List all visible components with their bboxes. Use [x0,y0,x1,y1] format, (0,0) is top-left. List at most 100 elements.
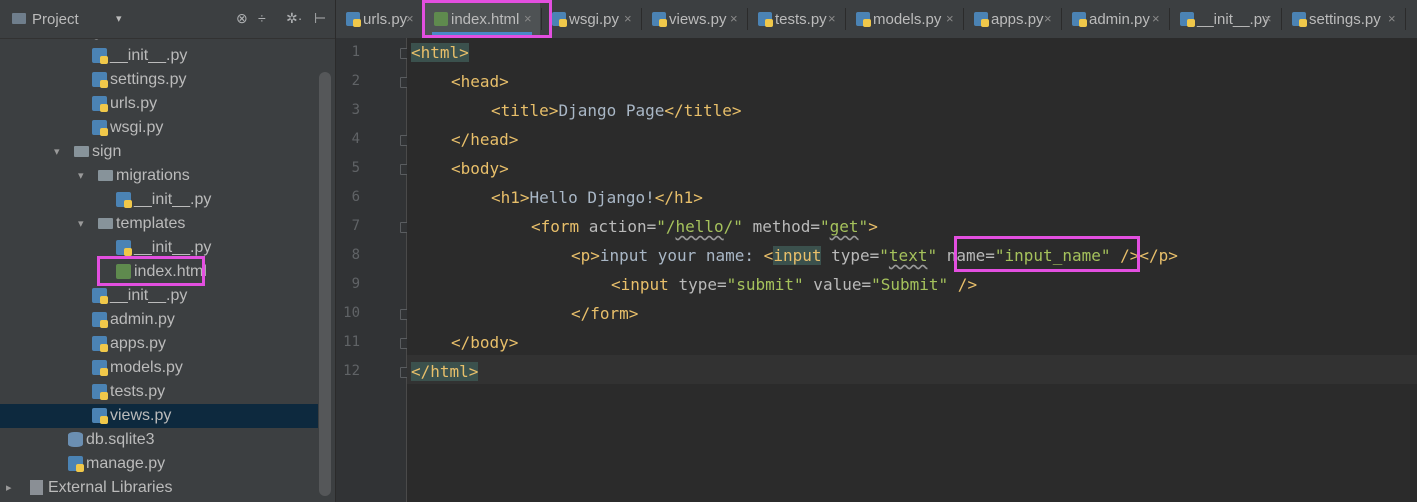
tree-item-label: models.py [110,359,183,376]
code-line-4[interactable]: </head> [451,125,518,154]
head-close-tag: </head> [451,130,519,149]
python-file-icon [92,72,108,88]
hide-panel-icon[interactable]: ⊢ [314,10,326,27]
action-value-end: /" [723,217,743,236]
tree-item-migrations[interactable]: ▾ migrations [0,164,318,188]
body-close-tag: </body> [451,333,519,352]
tab-settings-py[interactable]: settings.py × [1282,0,1404,38]
method-attribute: method= [742,217,820,236]
close-icon[interactable]: × [1388,11,1396,26]
close-icon[interactable]: × [1152,11,1160,26]
python-file-icon [92,336,108,352]
close-icon[interactable]: × [828,11,836,26]
tree-item-urls-py[interactable]: urls.py [0,92,318,116]
tab-label: views.py [669,11,727,28]
tree-item-wsgi-py[interactable]: wsgi.py [0,116,318,140]
code-line-12[interactable]: </html> [411,357,479,386]
folder-icon [98,170,113,181]
tree-item-tests-py[interactable]: tests.py [0,380,318,404]
python-file-icon [92,384,108,400]
tree-item-label: admin.py [110,311,175,328]
method-value-end: " [858,217,869,236]
close-icon[interactable]: × [624,11,632,26]
p-open-tag: <p> [571,246,600,265]
code-line-9[interactable]: <input type="submit" value="Submit" /> [611,270,977,299]
gear-icon[interactable]: ✲· [286,10,302,27]
close-icon[interactable]: × [406,11,414,26]
body-open-tag: <body> [451,159,509,178]
chevron-right-icon[interactable]: ▸ [6,481,12,494]
tree-item-init-py[interactable]: __init__.py [0,44,318,68]
tree-item-label: wsgi.py [110,119,164,136]
line-number: 7 [351,218,360,234]
code-line-6[interactable]: <h1>Hello Django!</h1> [491,183,703,212]
tree-item-init-py[interactable]: __init__.py [0,188,318,212]
close-icon[interactable]: × [1264,11,1272,26]
close-icon[interactable]: × [1044,11,1052,26]
tab-wsgi-py[interactable]: wsgi.py × [542,0,640,38]
tree-item-apps-py[interactable]: apps.py [0,332,318,356]
collapse-all-icon[interactable]: ÷ [258,10,266,26]
tree-item-sign[interactable]: ▾ sign [0,140,318,164]
code-line-2[interactable]: <head> [451,67,509,96]
code-line-5[interactable]: <body> [451,154,509,183]
tree-item-label: __init__.py [134,239,212,256]
current-line-highlight [407,355,1417,384]
python-file-icon [552,12,567,27]
highlight-box-active-tab [422,0,552,38]
project-view-selector[interactable]: Project [32,11,79,28]
tree-item-label: urls.py [110,95,158,112]
tree-item-label: __init__.py [110,47,188,64]
line-number: 4 [351,131,360,147]
tree-item-views-py[interactable]: views.py [0,404,318,428]
tab-label: urls.py [363,11,408,28]
code-line-3[interactable]: <title>Django Page</title> [491,96,741,125]
tab-models-py[interactable]: models.py × [846,0,962,38]
python-file-icon [116,240,132,256]
tab-tests-py[interactable]: tests.py × [748,0,844,38]
line-number: 12 [343,363,360,379]
python-file-icon [92,312,108,328]
method-value-text: get [829,217,859,236]
tree-item-templates[interactable]: ▾ templates [0,212,318,236]
tree-item-init-py[interactable]: __init__.py [0,284,318,308]
chevron-down-icon[interactable]: ▾ [54,145,60,158]
tree-item-manage-py[interactable]: manage.py [0,452,318,476]
python-file-icon [92,360,108,376]
code-line-11[interactable]: </body> [451,328,518,357]
tab-urls-py[interactable]: urls.py × [336,0,422,38]
code-line-7[interactable]: <form action="/hello/" method="get"> [531,212,878,241]
tree-item-models-py[interactable]: models.py [0,356,318,380]
type-attribute: type= [678,275,727,294]
tab-label: settings.py [1309,11,1381,28]
code-line-1[interactable]: <html> [411,38,469,67]
python-file-icon [1180,12,1195,27]
chevron-down-icon[interactable]: ▾ [116,12,122,25]
tab-init-py[interactable]: __init__.py × [1170,0,1280,38]
python-file-icon [68,456,84,472]
code-line-10[interactable]: </form> [571,299,638,328]
sidebar-scrollbar[interactable] [319,72,331,496]
chevron-down-icon[interactable]: ▾ [78,217,84,230]
tree-item-external-libraries[interactable]: ▸ External Libraries [0,476,318,500]
line-number: 10 [343,305,360,321]
tree-item-db-sqlite3[interactable]: db.sqlite3 [0,428,318,452]
scroll-from-source-icon[interactable]: ⊗ [236,10,248,27]
chevron-down-icon[interactable]: ▾ [78,169,84,182]
close-icon[interactable]: × [946,11,954,26]
tab-label: admin.py [1089,11,1150,28]
tab-apps-py[interactable]: apps.py × [964,0,1060,38]
line-number: 8 [351,247,360,263]
action-value-text: hello [675,217,724,236]
type-value-text: text [888,246,928,265]
tree-item-label: views.py [110,407,172,424]
tree-item-label: manage.py [86,455,166,472]
tree-item-settings-py[interactable]: settings.py [0,68,318,92]
code-editor[interactable]: <html> <head> <title>Django Page</title>… [407,38,1417,502]
tab-views-py[interactable]: views.py × [642,0,746,38]
html-open-tag: <html> [411,43,469,62]
close-icon[interactable]: × [730,11,738,26]
tree-item-admin-py[interactable]: admin.py [0,308,318,332]
method-value-quote: " [820,217,830,236]
tab-admin-py[interactable]: admin.py × [1062,0,1168,38]
